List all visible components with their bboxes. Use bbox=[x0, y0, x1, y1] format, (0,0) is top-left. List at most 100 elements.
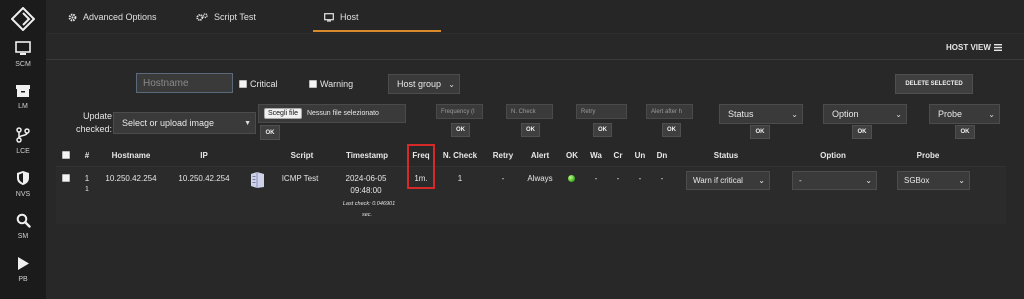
ok-button-retry[interactable]: OK bbox=[593, 123, 612, 137]
column-header-alert[interactable]: Alert bbox=[523, 151, 557, 160]
hostname-input[interactable]: Hostname bbox=[136, 73, 233, 93]
ok-button-n-check[interactable]: OK bbox=[521, 123, 540, 137]
tab-bar bbox=[46, 0, 1024, 34]
row-number: 1 bbox=[84, 174, 90, 183]
tab-label: Script Test bbox=[214, 12, 256, 22]
gear-icon bbox=[68, 13, 77, 21]
sidebar-item-lm[interactable]: LM bbox=[0, 84, 46, 124]
column-header-wa[interactable]: Wa bbox=[587, 151, 605, 160]
delete-selected-button[interactable]: DELETE SELECTED bbox=[895, 74, 973, 94]
column-header-n-check[interactable]: N. Check bbox=[440, 151, 480, 160]
row-script[interactable]: ICMP Test bbox=[276, 174, 324, 183]
select-all-checkbox[interactable] bbox=[62, 151, 70, 159]
monitor-icon bbox=[15, 41, 31, 55]
sidebar-item-label: SCM bbox=[15, 61, 31, 68]
critical-filter[interactable]: Critical bbox=[239, 79, 278, 89]
sidebar-item-pb[interactable]: PB bbox=[0, 256, 46, 296]
column-header-ip[interactable]: IP bbox=[186, 151, 222, 160]
column-header-script[interactable]: Script bbox=[282, 151, 322, 160]
sidebar-item-label: NVS bbox=[15, 191, 31, 198]
row-freq: 1m. bbox=[414, 174, 428, 183]
alert-after-input[interactable]: Alert after h bbox=[646, 104, 693, 119]
shield-icon bbox=[17, 171, 29, 185]
sidebar-item-lce[interactable]: LCE bbox=[0, 127, 46, 167]
row-un: - bbox=[638, 174, 642, 183]
image-upload-select[interactable]: Select or upload image ▼ bbox=[113, 112, 256, 134]
column-header-option[interactable]: Option bbox=[811, 151, 855, 160]
row-hostname[interactable]: 10.250.42.254 bbox=[94, 174, 168, 183]
column-header-ok[interactable]: OK bbox=[563, 151, 581, 160]
host-group-value: Host group bbox=[397, 79, 442, 89]
chevron-down-icon: ⌄ bbox=[865, 176, 872, 185]
column-header-probe[interactable]: Probe bbox=[906, 151, 950, 160]
column-header-un[interactable]: Un bbox=[631, 151, 649, 160]
row-option-select[interactable]: - ⌄ bbox=[792, 171, 877, 190]
chevron-down-icon: ⌄ bbox=[958, 176, 965, 185]
column-header-retry[interactable]: Retry bbox=[489, 151, 517, 160]
sidebar-item-sm[interactable]: SM bbox=[0, 213, 46, 253]
tab-label: Advanced Options bbox=[83, 12, 157, 22]
chevron-down-icon: ⌄ bbox=[448, 79, 455, 89]
column-header-cr[interactable]: Cr bbox=[610, 151, 626, 160]
row-probe-select[interactable]: SGBox ⌄ bbox=[897, 171, 970, 190]
host-view-label: HOST VIEW bbox=[946, 43, 991, 52]
row-ip: 10.250.42.254 bbox=[178, 174, 230, 183]
ok-button-status[interactable]: OK bbox=[750, 125, 770, 139]
sidebar-item-label: LM bbox=[18, 103, 28, 110]
tab-script-test[interactable]: Script Test bbox=[196, 0, 256, 34]
sidebar-item-label: LCE bbox=[16, 148, 30, 155]
monitor-icon bbox=[324, 12, 334, 22]
host-view-menu[interactable]: HOST VIEW bbox=[946, 43, 1002, 52]
row-checkbox[interactable] bbox=[62, 174, 70, 182]
sidebar-item-scm[interactable]: SCM bbox=[0, 41, 46, 81]
gears-icon bbox=[196, 12, 208, 21]
option-select[interactable]: Option ⌄ bbox=[823, 104, 907, 124]
chevron-down-icon: ▼ bbox=[244, 119, 251, 127]
tab-host[interactable]: Host bbox=[324, 0, 359, 34]
status-select-value: Status bbox=[728, 109, 754, 119]
probe-select[interactable]: Probe ⌄ bbox=[929, 104, 1000, 124]
row-option-value: - bbox=[799, 176, 802, 185]
play-icon bbox=[18, 257, 29, 270]
status-select[interactable]: Status ⌄ bbox=[719, 104, 803, 124]
sidebar-item-nvs[interactable]: NVS bbox=[0, 170, 46, 210]
ok-button-frequency[interactable]: OK bbox=[451, 123, 470, 137]
critical-checkbox[interactable] bbox=[239, 80, 247, 88]
choose-file-button[interactable]: Scegli file bbox=[264, 108, 302, 119]
host-group-select[interactable]: Host group ⌄ bbox=[388, 74, 460, 94]
menu-icon bbox=[993, 44, 1002, 51]
row-status-select[interactable]: Warn if critical ⌄ bbox=[686, 171, 770, 190]
ok-button-option[interactable]: OK bbox=[852, 125, 872, 139]
warning-label: Warning bbox=[320, 79, 354, 89]
row-timestamp-time: 09:48:00 bbox=[350, 186, 382, 195]
ok-button-upload[interactable]: OK bbox=[260, 125, 280, 140]
frequency-input[interactable]: Frequency (I bbox=[436, 104, 483, 119]
row-status-value: Warn if critical bbox=[693, 176, 743, 185]
ok-button-probe[interactable]: OK bbox=[955, 125, 975, 139]
server-icon bbox=[251, 172, 264, 188]
update-label-line2: checked: bbox=[75, 124, 112, 134]
tab-label: Host bbox=[340, 12, 359, 22]
column-header-timestamp[interactable]: Timestamp bbox=[339, 151, 395, 160]
critical-label: Critical bbox=[250, 79, 278, 89]
row-last-check-unit: sec. bbox=[361, 212, 373, 218]
ok-status-indicator bbox=[568, 175, 575, 182]
update-label-line1: Update bbox=[82, 111, 112, 121]
tab-advanced-options[interactable]: Advanced Options bbox=[68, 0, 157, 34]
column-header-hostname[interactable]: Hostname bbox=[100, 151, 162, 160]
row-cr: - bbox=[616, 174, 620, 183]
column-header-dn[interactable]: Dn bbox=[653, 151, 671, 160]
chevron-down-icon: ⌄ bbox=[791, 109, 798, 119]
warning-filter[interactable]: Warning bbox=[309, 79, 353, 89]
active-tab-indicator bbox=[313, 30, 441, 32]
logo-icon bbox=[11, 7, 35, 31]
n-check-input[interactable]: N. Check bbox=[506, 104, 553, 119]
retry-input[interactable]: Retry bbox=[576, 104, 627, 119]
sidebar-item-label: SM bbox=[17, 233, 29, 240]
search-icon bbox=[16, 213, 31, 228]
ok-button-alert-after[interactable]: OK bbox=[662, 123, 681, 137]
separator bbox=[46, 59, 1024, 60]
row-last-check: Last check: 0.046901 bbox=[342, 201, 396, 207]
warning-checkbox[interactable] bbox=[309, 80, 317, 88]
column-header-status[interactable]: Status bbox=[704, 151, 748, 160]
